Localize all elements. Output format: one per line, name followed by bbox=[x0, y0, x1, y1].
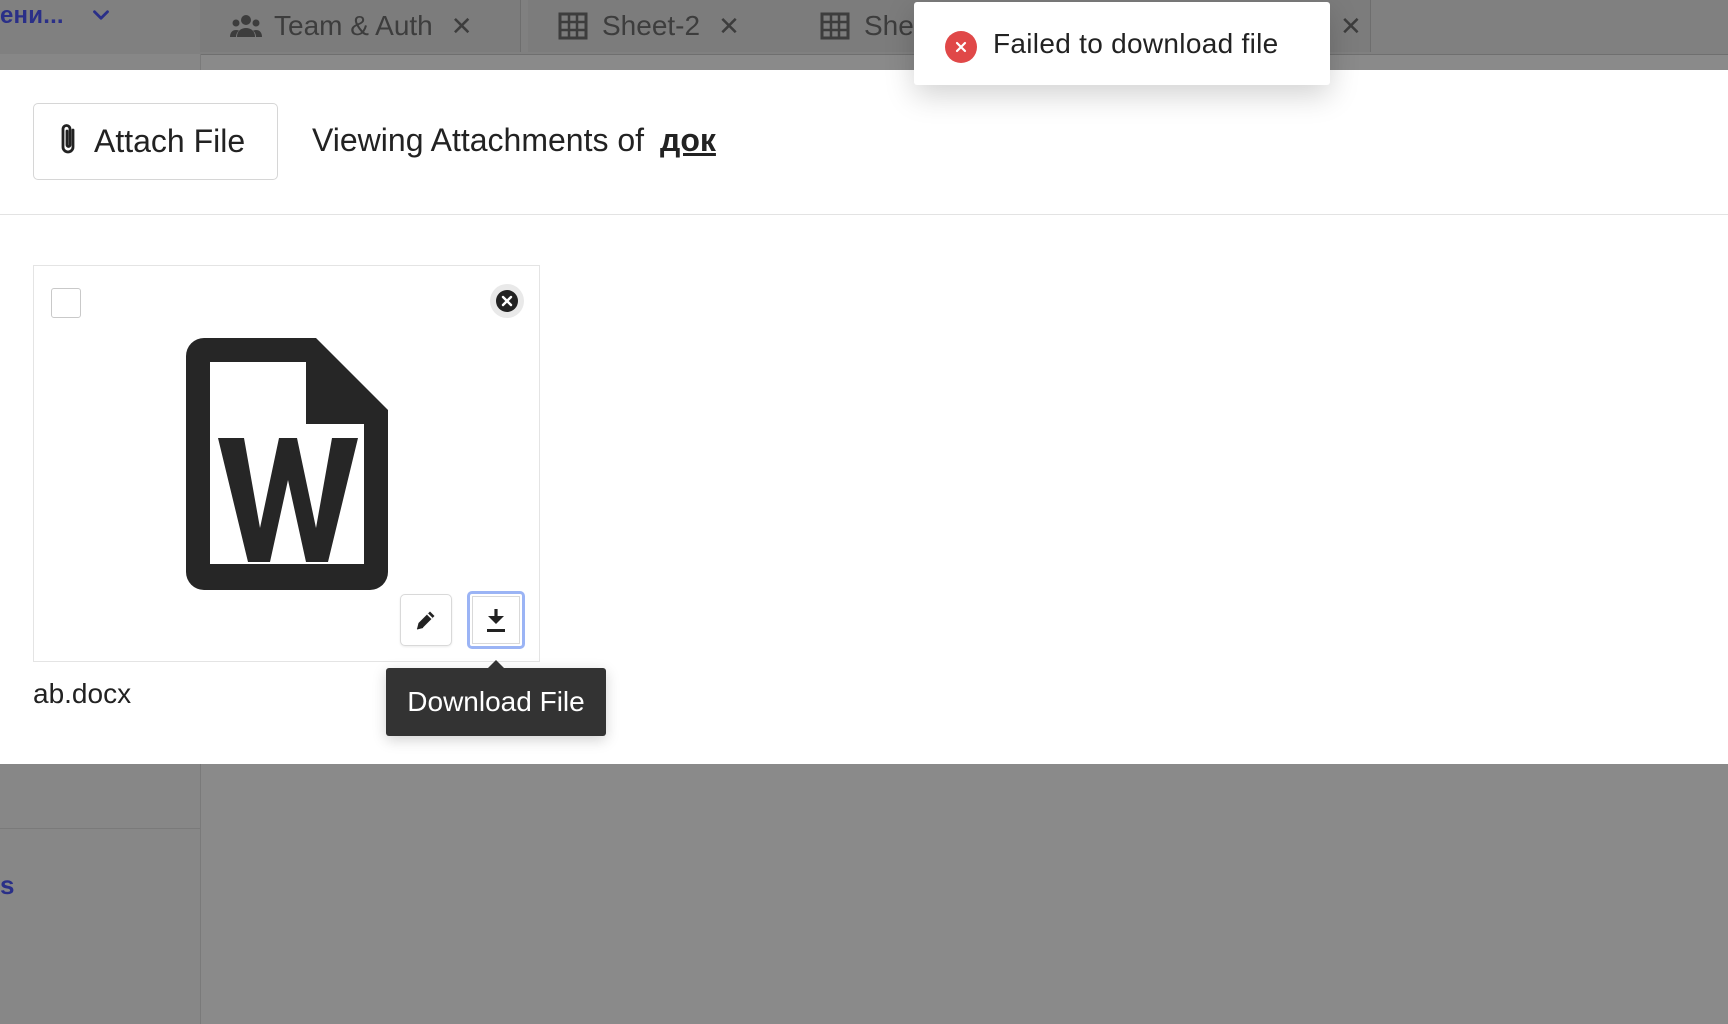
download-tooltip: Download File bbox=[386, 660, 606, 736]
attachment-filename: ab.docx bbox=[33, 678, 132, 709]
grid-icon bbox=[558, 11, 588, 41]
tooltip-text: Download File bbox=[407, 686, 585, 717]
tab-label: Sheet-2 bbox=[602, 10, 701, 41]
tab-label: Team & Auth bbox=[274, 10, 433, 41]
download-icon bbox=[487, 609, 505, 632]
modal-header: Attach File Viewing Attachments of док bbox=[0, 70, 1728, 215]
close-icon[interactable]: ✕ bbox=[718, 11, 740, 42]
download-button[interactable] bbox=[467, 591, 525, 649]
viewing-prefix: Viewing Attachments of bbox=[312, 122, 645, 158]
close-circle-icon bbox=[496, 290, 518, 312]
record-link[interactable]: док bbox=[660, 122, 716, 159]
sidebar-link[interactable]: s bbox=[0, 870, 14, 901]
pencil-icon bbox=[416, 611, 435, 630]
grid-icon bbox=[820, 11, 850, 41]
close-icon[interactable]: ✕ bbox=[451, 11, 473, 42]
team-icon bbox=[230, 11, 262, 41]
top-bar: ени... Team & Auth ✕ Sheet-2 ✕ She ✕ bbox=[0, 0, 1728, 55]
attachment-checkbox[interactable] bbox=[51, 288, 81, 318]
workspace-name[interactable]: ени... bbox=[0, 2, 64, 30]
chevron-down-icon[interactable] bbox=[88, 2, 114, 33]
attachments-modal: Attach File Viewing Attachments of док a… bbox=[0, 70, 1728, 764]
close-icon[interactable]: ✕ bbox=[1340, 11, 1362, 42]
error-icon bbox=[945, 30, 977, 63]
modal-title: Viewing Attachments of док bbox=[312, 122, 716, 159]
sidebar-divider bbox=[0, 828, 200, 829]
attachment-card[interactable] bbox=[33, 265, 540, 662]
attach-file-label: Attach File bbox=[94, 123, 246, 159]
edit-button[interactable] bbox=[400, 594, 452, 646]
remove-attachment-button[interactable] bbox=[490, 284, 524, 318]
paperclip-icon bbox=[56, 121, 82, 162]
tab-team-auth[interactable]: Team & Auth ✕ bbox=[200, 0, 521, 52]
error-toast: Failed to download file bbox=[914, 2, 1330, 85]
tab-sheet-2[interactable]: Sheet-2 ✕ bbox=[528, 0, 791, 52]
tab-label: She bbox=[864, 10, 914, 41]
toast-message: Failed to download file bbox=[993, 27, 1279, 59]
attach-file-button[interactable]: Attach File bbox=[33, 103, 278, 180]
word-file-icon bbox=[186, 338, 388, 595]
